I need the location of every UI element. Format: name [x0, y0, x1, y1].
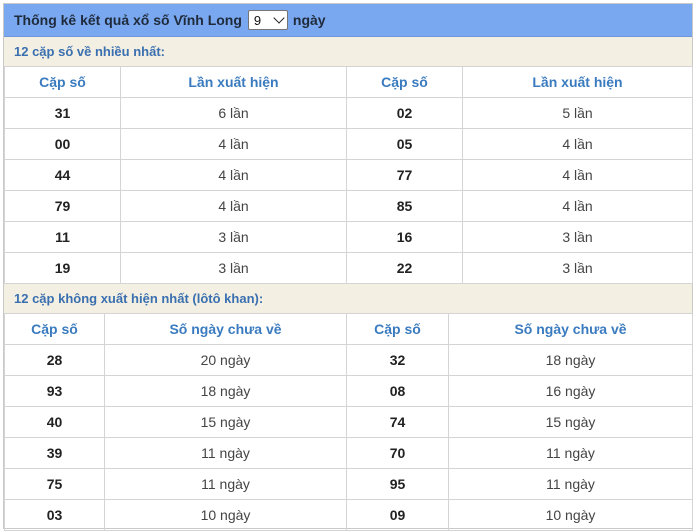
count-cell: 3 lần [120, 252, 347, 284]
count-cell: 11 ngày [104, 468, 347, 500]
pair-number-cell: 05 [346, 128, 463, 160]
days-select-value: 9 [253, 12, 262, 28]
header-suffix: ngày [292, 12, 326, 28]
table-row: 03 10 ngày 09 10 ngày [4, 499, 693, 531]
table-row: 31 6 lần 02 5 lần [4, 97, 693, 129]
table-header-row: Cặp số Lần xuất hiện Cặp số Lần xuất hiệ… [4, 66, 693, 98]
table-row: 40 15 ngày 74 15 ngày [4, 406, 693, 438]
section-absent-title: 12 cặp không xuất hiện nhất (lôtô khan): [4, 284, 692, 313]
count-cell: 5 lần [462, 97, 693, 129]
pair-number-cell: 93 [4, 375, 105, 407]
pair-number-cell: 28 [4, 344, 105, 376]
header-title: Thống kê kết quả xổ số Vĩnh Long [14, 12, 242, 28]
table-header-row: Cặp số Số ngày chưa về Cặp số Số ngày ch… [4, 313, 693, 345]
count-cell: 4 lần [462, 159, 693, 191]
count-cell: 4 lần [120, 190, 347, 222]
count-cell: 18 ngày [104, 375, 347, 407]
pair-number-cell: 16 [346, 221, 463, 253]
count-cell: 4 lần [462, 190, 693, 222]
count-cell: 4 lần [120, 159, 347, 191]
pair-number-cell: 77 [346, 159, 463, 191]
pair-number-cell: 11 [4, 221, 121, 253]
absent-table: Cặp số Số ngày chưa về Cặp số Số ngày ch… [4, 313, 693, 531]
count-cell: 11 ngày [448, 468, 693, 500]
col-header: Cặp số [4, 66, 121, 98]
col-header: Số ngày chưa về [104, 313, 347, 345]
count-cell: 4 lần [120, 128, 347, 160]
table-row: 93 18 ngày 08 16 ngày [4, 375, 693, 407]
table-row: 39 11 ngày 70 11 ngày [4, 437, 693, 469]
count-cell: 18 ngày [448, 344, 693, 376]
stats-header: Thống kê kết quả xổ số Vĩnh Long 9 ngày [4, 4, 692, 37]
pair-number-cell: 19 [4, 252, 121, 284]
count-cell: 20 ngày [104, 344, 347, 376]
count-cell: 4 lần [462, 128, 693, 160]
table-row: 00 4 lần 05 4 lần [4, 128, 693, 160]
count-cell: 10 ngày [104, 499, 347, 531]
count-cell: 3 lần [462, 252, 693, 284]
pair-number-cell: 85 [346, 190, 463, 222]
pair-number-cell: 00 [4, 128, 121, 160]
pair-number-cell: 74 [346, 406, 449, 438]
pair-number-cell: 40 [4, 406, 105, 438]
count-cell: 15 ngày [104, 406, 347, 438]
pair-number-cell: 31 [4, 97, 121, 129]
most-frequent-table: Cặp số Lần xuất hiện Cặp số Lần xuất hiệ… [4, 66, 693, 284]
section-most-frequent-title: 12 cặp số về nhiều nhất: [4, 37, 692, 66]
count-cell: 11 ngày [448, 437, 693, 469]
pair-number-cell: 32 [346, 344, 449, 376]
pair-number-cell: 02 [346, 97, 463, 129]
table-row: 19 3 lần 22 3 lần [4, 252, 693, 284]
count-cell: 3 lần [462, 221, 693, 253]
col-header: Cặp số [4, 313, 105, 345]
table-row: 28 20 ngày 32 18 ngày [4, 344, 693, 376]
pair-number-cell: 22 [346, 252, 463, 284]
table-row: 79 4 lần 85 4 lần [4, 190, 693, 222]
pair-number-cell: 75 [4, 468, 105, 500]
pair-number-cell: 70 [346, 437, 449, 469]
table-row: 44 4 lần 77 4 lần [4, 159, 693, 191]
count-cell: 6 lần [120, 97, 347, 129]
count-cell: 10 ngày [448, 499, 693, 531]
count-cell: 15 ngày [448, 406, 693, 438]
days-select[interactable]: 9 [247, 10, 288, 30]
col-header: Lần xuất hiện [462, 66, 693, 98]
stats-panel: Thống kê kết quả xổ số Vĩnh Long 9 ngày … [3, 3, 693, 531]
col-header: Lần xuất hiện [120, 66, 347, 98]
table-row: 75 11 ngày 95 11 ngày [4, 468, 693, 500]
col-header: Số ngày chưa về [448, 313, 693, 345]
pair-number-cell: 09 [346, 499, 449, 531]
pair-number-cell: 79 [4, 190, 121, 222]
table-row: 11 3 lần 16 3 lần [4, 221, 693, 253]
pair-number-cell: 03 [4, 499, 105, 531]
pair-number-cell: 44 [4, 159, 121, 191]
pair-number-cell: 95 [346, 468, 449, 500]
count-cell: 3 lần [120, 221, 347, 253]
pair-number-cell: 39 [4, 437, 105, 469]
col-header: Cặp số [346, 313, 449, 345]
count-cell: 11 ngày [104, 437, 347, 469]
pair-number-cell: 08 [346, 375, 449, 407]
col-header: Cặp số [346, 66, 463, 98]
count-cell: 16 ngày [448, 375, 693, 407]
chevron-down-icon [273, 12, 285, 24]
